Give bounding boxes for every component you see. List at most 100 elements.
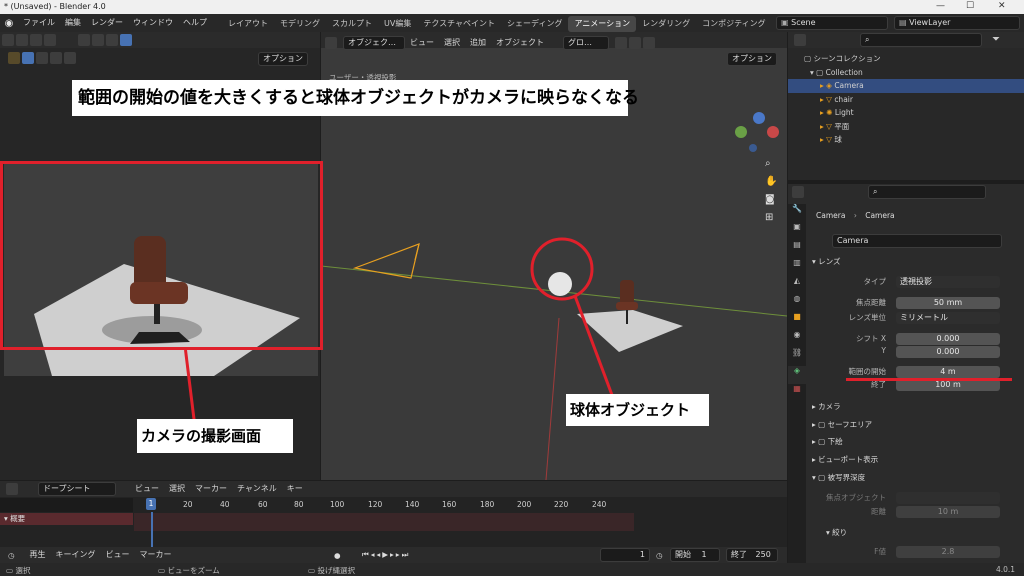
select-mode-new-icon[interactable] bbox=[22, 52, 34, 64]
view-layer-selector[interactable]: ▤ ViewLayer bbox=[894, 16, 1020, 30]
collection-expand-icon[interactable]: ▾ ▢ bbox=[810, 68, 826, 77]
dope-sheet-mode-selector[interactable]: ドープシート bbox=[38, 482, 116, 496]
outliner-item-camera[interactable]: ▸ ◈ Camera bbox=[788, 79, 1024, 93]
current-frame-field[interactable]: 1 bbox=[600, 548, 650, 562]
shading-material-icon[interactable] bbox=[120, 34, 132, 46]
timeline-marker-menu[interactable]: マーカー bbox=[135, 546, 177, 564]
tab-rendering[interactable]: レンダリング bbox=[636, 16, 696, 32]
focal-length-field[interactable]: 50 mm bbox=[896, 297, 1000, 309]
view-layer-tab-icon[interactable]: ▥ bbox=[788, 258, 806, 276]
physics-tab-icon[interactable]: ◉ bbox=[788, 330, 806, 348]
scene-tab-icon[interactable]: ◭ bbox=[788, 276, 806, 294]
clip-start-field[interactable]: 4 m bbox=[896, 366, 1000, 378]
frame-ruler[interactable]: 1 20 40 60 80 100 120 140 160 180 200 22… bbox=[134, 498, 787, 512]
tab-compositing[interactable]: コンポジティング bbox=[696, 16, 772, 32]
timeline-editor-icon[interactable]: ◷ bbox=[8, 551, 15, 560]
dope-sheet[interactable]: ドープシート ビュー 選択 マーカー チャンネル キー ▾ 概要 1 20 40… bbox=[0, 481, 787, 576]
close-button[interactable]: ✕ bbox=[998, 1, 1006, 11]
shift-x-field[interactable]: 0.000 bbox=[896, 333, 1000, 345]
dope-menu-select[interactable]: 選択 bbox=[164, 480, 190, 498]
outliner-search-input[interactable]: ⌕ bbox=[860, 33, 982, 47]
record-icon[interactable]: ● bbox=[334, 551, 341, 560]
tab-modeling[interactable]: モデリング bbox=[274, 16, 326, 32]
start-frame-field[interactable]: 開始 1 bbox=[670, 548, 720, 562]
breadcrumb-data[interactable]: Camera bbox=[865, 211, 894, 220]
dope-menu-view[interactable]: ビュー bbox=[130, 480, 164, 498]
keying-menu[interactable]: キーイング bbox=[51, 546, 101, 564]
lens-type-dropdown[interactable]: 透視投影 bbox=[896, 276, 1000, 288]
dope-menu-marker[interactable]: マーカー bbox=[190, 480, 232, 498]
panel-background-images-header[interactable]: ▸ ▢ 下絵 bbox=[812, 435, 1022, 449]
outliner-collection[interactable]: ▾ ▢ Collection bbox=[788, 66, 1024, 80]
object-tab-icon[interactable]: ■ bbox=[788, 312, 806, 330]
select-mode-subtract-icon[interactable] bbox=[50, 52, 62, 64]
menu-window[interactable]: ウィンドウ bbox=[128, 14, 178, 32]
proportional-icon[interactable] bbox=[16, 34, 28, 46]
properties-editor-icon[interactable] bbox=[792, 186, 804, 198]
gizmo-icon[interactable] bbox=[78, 34, 90, 46]
tab-sculpt[interactable]: スカルプト bbox=[326, 16, 378, 32]
snap-icon[interactable] bbox=[30, 34, 42, 46]
tab-shading[interactable]: シェーディング bbox=[501, 16, 568, 32]
properties-search-input[interactable]: ⌕ bbox=[868, 185, 986, 199]
xray-icon[interactable] bbox=[92, 34, 104, 46]
lens-unit-dropdown[interactable]: ミリメートル bbox=[896, 312, 1000, 324]
camera-datablock-field[interactable]: Camera bbox=[832, 234, 1002, 248]
dope-menu-channel[interactable]: チャンネル bbox=[232, 480, 282, 498]
select-tool-icon[interactable] bbox=[8, 52, 20, 64]
filter-icon[interactable]: ⏷ bbox=[992, 34, 1000, 45]
select-mode-extend-icon[interactable] bbox=[36, 52, 48, 64]
outliner-item-light[interactable]: ▸ ✺ Light bbox=[788, 106, 1024, 120]
breadcrumb-object[interactable]: Camera bbox=[816, 211, 845, 220]
grid-icon[interactable]: ⊞ bbox=[765, 212, 781, 230]
select-mode-invert-icon[interactable] bbox=[64, 52, 76, 64]
tool-tab-icon[interactable]: 🔧 bbox=[788, 204, 806, 222]
focus-object-field[interactable] bbox=[896, 492, 1000, 504]
outliner-editor-icon[interactable] bbox=[794, 34, 806, 46]
blender-logo-icon[interactable]: ◉ bbox=[0, 18, 18, 29]
end-frame-field[interactable]: 終了 250 bbox=[726, 548, 778, 562]
output-tab-icon[interactable]: ▤ bbox=[788, 240, 806, 258]
playback-menu[interactable]: 再生 bbox=[25, 546, 51, 564]
outliner-item-chair[interactable]: ▸ ▽ chair bbox=[788, 93, 1024, 107]
menu-file[interactable]: ファイル bbox=[18, 14, 60, 32]
outliner-item-plane[interactable]: ▸ ▽ 平面 bbox=[788, 120, 1024, 134]
outliner-scene-collection[interactable]: ▢ シーンコレクション bbox=[788, 52, 1024, 66]
dope-menu-key[interactable]: キー bbox=[282, 480, 308, 498]
tab-texture-paint[interactable]: テクスチャペイント bbox=[417, 16, 501, 32]
panel-viewport-display-header[interactable]: ▸ ビューポート表示 bbox=[812, 453, 1022, 467]
transport-controls[interactable]: ⏮◂◂▶▸▸⏭ bbox=[362, 550, 410, 560]
panel-depth-of-field-header[interactable]: ▾ ▢ 被写界深度 bbox=[812, 471, 1022, 485]
dope-search-input[interactable] bbox=[0, 498, 133, 512]
tab-uv[interactable]: UV編集 bbox=[378, 16, 417, 32]
menu-help[interactable]: ヘルプ bbox=[178, 14, 212, 32]
tab-animation[interactable]: アニメーション bbox=[568, 15, 637, 32]
texture-tab-icon[interactable]: ▦ bbox=[788, 384, 806, 402]
dope-sheet-editor-icon[interactable] bbox=[6, 483, 18, 495]
left-options-button[interactable]: オプション bbox=[258, 52, 308, 66]
maximize-button[interactable]: ☐ bbox=[966, 1, 974, 11]
scene-selector[interactable]: ▣ Scene bbox=[776, 16, 888, 30]
panel-camera-header[interactable]: ▸ カメラ bbox=[812, 400, 1022, 414]
shading-solid-icon[interactable] bbox=[106, 34, 118, 46]
panel-lens-header[interactable]: ▾ レンズ bbox=[812, 255, 1022, 269]
zoom-icon[interactable]: ⌕ bbox=[765, 158, 781, 176]
shift-y-field[interactable]: 0.000 bbox=[896, 346, 1000, 358]
constraints-tab-icon[interactable]: ⛓ bbox=[788, 348, 806, 366]
camera-data-tab-icon[interactable]: ◈ bbox=[788, 366, 806, 384]
timeline-view-menu[interactable]: ビュー bbox=[101, 546, 135, 564]
minimize-button[interactable]: — bbox=[936, 1, 945, 11]
current-frame-indicator[interactable]: 1 bbox=[146, 498, 156, 510]
summary-channel[interactable]: ▾ 概要 bbox=[0, 513, 133, 525]
render-tab-icon[interactable]: ▣ bbox=[788, 222, 806, 240]
menu-edit[interactable]: 編集 bbox=[60, 14, 86, 32]
tab-layout[interactable]: レイアウト bbox=[222, 16, 274, 32]
focus-distance-field[interactable]: 10 m bbox=[896, 506, 1000, 518]
panel-aperture-header[interactable]: ▾ 絞り bbox=[826, 526, 1024, 540]
outliner-item-sphere[interactable]: ▸ ▽ 球 bbox=[788, 133, 1024, 147]
pan-hand-icon[interactable]: ✋ bbox=[765, 176, 781, 194]
fstop-field[interactable]: 2.8 bbox=[896, 546, 1000, 558]
world-tab-icon[interactable]: ◍ bbox=[788, 294, 806, 312]
overlay-icon[interactable] bbox=[44, 34, 56, 46]
menu-render[interactable]: レンダー bbox=[86, 14, 128, 32]
